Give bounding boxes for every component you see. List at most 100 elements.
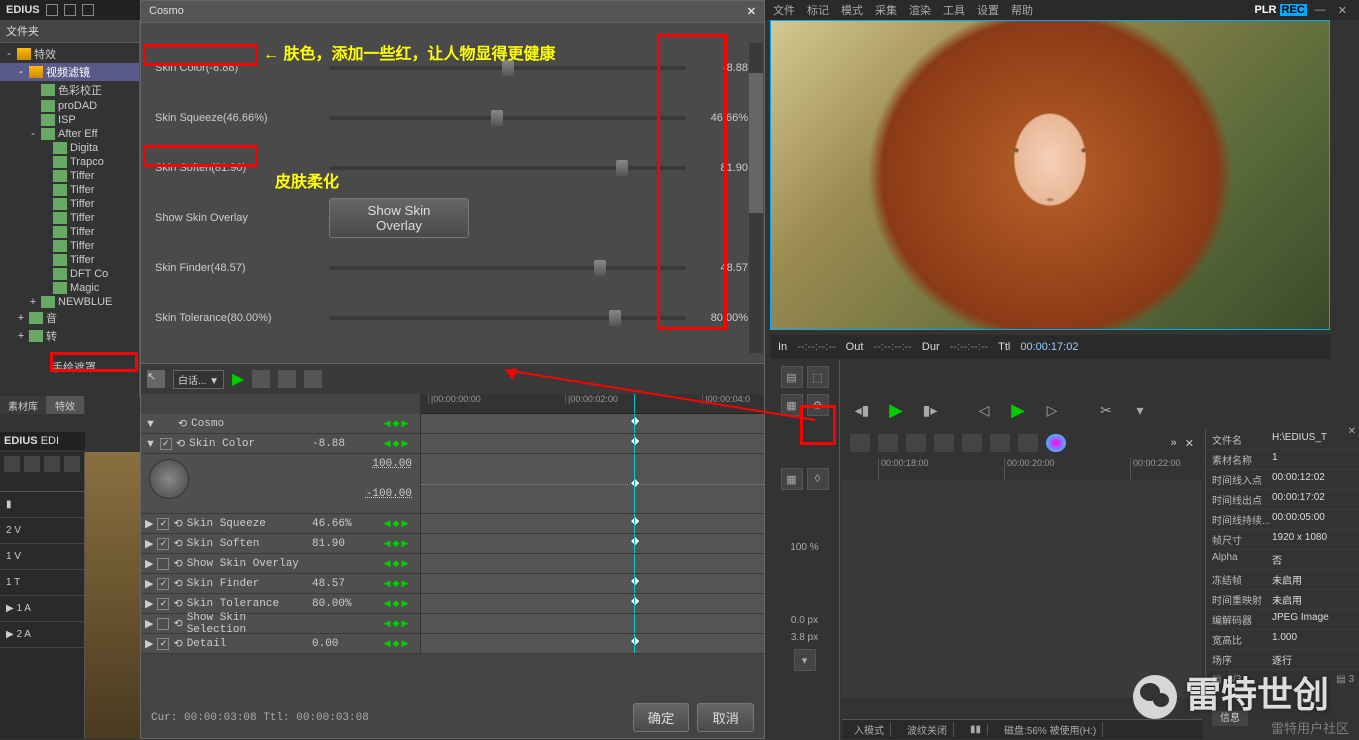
text-icon[interactable] [1018, 434, 1038, 452]
window-icon[interactable] [64, 4, 76, 16]
kf-dropdown[interactable]: 白话... ▼ [173, 370, 224, 389]
timeline[interactable]: 00:00:18:00 00:00:20:00 00:00:22:00 [842, 458, 1202, 698]
param-slider[interactable] [329, 266, 686, 270]
tree-item[interactable]: Trapco [0, 155, 139, 169]
next-kf-icon[interactable]: ▶ [401, 618, 408, 629]
kf-param-value[interactable]: 81.90 [312, 538, 372, 550]
tc-ttl-value[interactable]: 00:00:17:02 [1020, 341, 1078, 353]
track-header[interactable]: ▮ [0, 492, 84, 518]
menu-mode[interactable]: 模式 [841, 2, 863, 18]
kf-checkbox[interactable] [160, 438, 172, 450]
param-value[interactable]: 80.00% [694, 312, 754, 324]
tab-effects[interactable]: 特效 [47, 396, 84, 414]
keyframe-marker[interactable] [629, 478, 640, 489]
layout-btn[interactable]: ⬚ [807, 366, 829, 388]
add-kf-icon[interactable]: ◆ [393, 538, 400, 549]
keyframe-marker[interactable] [629, 416, 640, 427]
wave-icon[interactable] [278, 370, 296, 388]
tree-item[interactable]: +NEWBLUE [0, 295, 139, 309]
track-header[interactable]: 1 V [0, 544, 84, 570]
collapse-icon[interactable]: ▼ [145, 438, 156, 450]
kf-param-value[interactable]: 0.00 [312, 638, 372, 650]
collapse-icon[interactable]: ▼ [145, 418, 156, 430]
keyframe-marker[interactable] [629, 576, 640, 587]
add-kf-icon[interactable]: ◆ [393, 438, 400, 449]
prev-kf-icon[interactable]: ◀ [384, 418, 391, 429]
tree-item[interactable]: Magic [0, 281, 139, 295]
prev-kf-icon[interactable]: ◀ [384, 638, 391, 649]
kf-checkbox[interactable] [157, 598, 169, 610]
add-kf-icon[interactable]: ◆ [393, 638, 400, 649]
param-value[interactable]: 48.57 [694, 262, 754, 274]
scissors-icon[interactable]: ✂ [1094, 400, 1118, 420]
curve-icon[interactable]: ⟲ [173, 617, 182, 630]
timeline-ruler[interactable]: 00:00:18:00 00:00:20:00 00:00:22:00 [842, 458, 1202, 480]
tree-item[interactable]: Tiffer [0, 197, 139, 211]
layout-btn[interactable]: ⚙ [807, 394, 829, 416]
menu-file[interactable]: 文件 [773, 2, 795, 18]
param-slider[interactable] [329, 116, 686, 120]
next-kf-icon[interactable]: ▶ [401, 538, 408, 549]
expand-icon[interactable]: ▶ [145, 637, 153, 650]
next-kf-icon[interactable]: ▶ [401, 418, 408, 429]
tree-item[interactable]: -After Eff [0, 127, 139, 141]
prev-kf-icon[interactable]: ◀ [384, 578, 391, 589]
step-back-icon[interactable]: ◁ [972, 400, 996, 420]
menu-render[interactable]: 渲染 [909, 2, 931, 18]
track-header[interactable]: 1 T [0, 570, 84, 596]
prev-kf-icon[interactable]: ◀ [384, 618, 391, 629]
status-ripple[interactable]: 波纹关闭 [901, 722, 954, 737]
next-kf-icon[interactable]: ▶ [401, 638, 408, 649]
tree-item[interactable]: +音 [0, 309, 139, 327]
keyframe-marker[interactable] [629, 596, 640, 607]
add-kf-icon[interactable]: ◆ [393, 518, 400, 529]
handdrawn-mask-item[interactable]: 手绘遮罩 [52, 359, 96, 375]
menu-icon[interactable]: ▾ [1128, 400, 1152, 420]
next-kf-icon[interactable]: ▶ [401, 598, 408, 609]
next-icon[interactable]: ▮▸ [918, 400, 942, 420]
next-kf-icon[interactable]: ▶ [401, 578, 408, 589]
cut-icon[interactable] [850, 434, 870, 452]
close-icon[interactable]: ✕ [1334, 4, 1351, 17]
param-value[interactable]: 81.90 [694, 162, 754, 174]
kf-checkbox[interactable] [157, 518, 169, 530]
kf-checkbox[interactable] [157, 618, 169, 630]
tree-item[interactable]: Tiffer [0, 239, 139, 253]
sliders-icon[interactable] [906, 434, 926, 452]
timeline-tracks[interactable] [842, 480, 1202, 680]
tool-icon[interactable] [4, 456, 20, 472]
loop-icon[interactable] [252, 370, 270, 388]
expand-icon[interactable]: ▶ [145, 537, 153, 550]
nav-btn[interactable]: ▦ [781, 468, 803, 490]
cursor-tool-icon[interactable]: ↖ [147, 370, 165, 388]
expand-icon[interactable]: ▶ [145, 617, 153, 630]
tree-item[interactable]: Tiffer [0, 183, 139, 197]
next-kf-icon[interactable]: ▶ [401, 438, 408, 449]
keyframe-marker[interactable] [629, 436, 640, 447]
tree-item[interactable]: Tiffer [0, 253, 139, 267]
add-kf-icon[interactable]: ◆ [393, 418, 400, 429]
tree-item[interactable]: Tiffer [0, 225, 139, 239]
kf-checkbox[interactable] [157, 538, 169, 550]
tool-icon[interactable] [878, 434, 898, 452]
kf-ruler[interactable]: |00:00:00:00 |00:00:02:00 |00:00:04:0 [421, 394, 764, 414]
tree-item[interactable]: Tiffer [0, 169, 139, 183]
prev-kf-icon[interactable]: ◀ [384, 558, 391, 569]
keyframe-marker[interactable] [629, 516, 640, 527]
param-slider[interactable] [329, 316, 686, 320]
curve-icon[interactable]: ⟲ [173, 637, 182, 650]
track-header[interactable]: ▶ 2 A [0, 622, 84, 648]
kf-param-value[interactable]: 48.57 [312, 578, 372, 590]
kf-checkbox[interactable] [157, 638, 169, 650]
prev-kf-icon[interactable]: ◀ [384, 438, 391, 449]
tree-item[interactable]: proDAD [0, 99, 139, 113]
menu-capture[interactable]: 采集 [875, 2, 897, 18]
tree-item[interactable]: Tiffer [0, 211, 139, 225]
tc-in-value[interactable]: --:--:--:-- [797, 341, 835, 353]
jog-dial[interactable] [149, 459, 189, 499]
param-value[interactable]: 46.66% [694, 112, 754, 124]
color-icon[interactable] [1046, 434, 1066, 452]
curve-icon[interactable]: ⟲ [173, 537, 182, 550]
play-icon[interactable]: ▶ [1006, 400, 1030, 420]
kf-param-value[interactable]: -8.88 [312, 438, 372, 450]
